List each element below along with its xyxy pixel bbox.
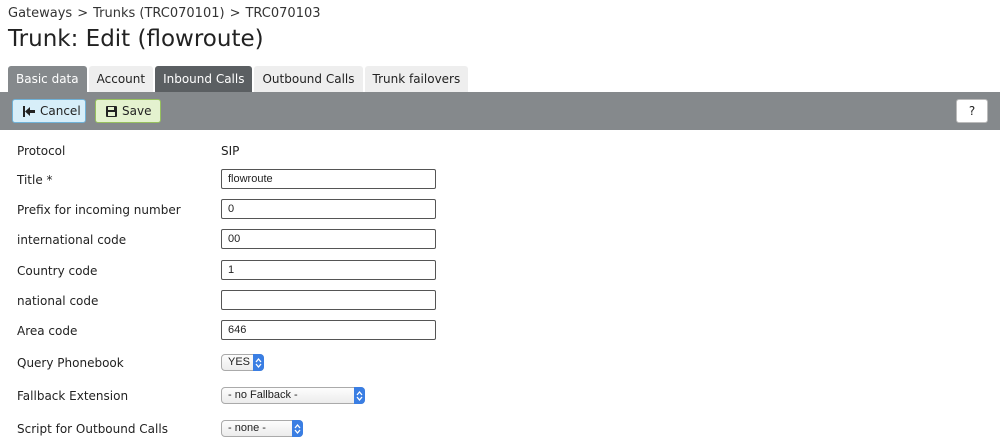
- tab-basic-data[interactable]: Basic data: [8, 66, 87, 92]
- page-title: Trunk: Edit (flowroute): [8, 26, 264, 52]
- international-code-field[interactable]: [221, 229, 436, 249]
- floppy-disk-icon: [106, 105, 117, 117]
- tab-outbound-calls[interactable]: Outbound Calls: [254, 66, 363, 92]
- help-button[interactable]: ?: [956, 99, 988, 123]
- query-phonebook-select[interactable]: YES: [221, 354, 264, 371]
- up-down-chevron-icon: [354, 387, 365, 404]
- protocol-label: Protocol: [17, 144, 66, 158]
- cancel-label: Cancel: [40, 104, 81, 118]
- breadcrumb-separator: >: [229, 6, 241, 21]
- breadcrumb-separator: >: [77, 6, 89, 21]
- fallback-extension-select[interactable]: - no Fallback -: [221, 387, 365, 404]
- protocol-value: SIP: [221, 144, 240, 158]
- skip-back-icon: [23, 105, 35, 117]
- tab-inbound-calls[interactable]: Inbound Calls: [155, 66, 253, 92]
- save-label: Save: [122, 104, 152, 118]
- prefix-field[interactable]: [221, 199, 436, 219]
- save-button[interactable]: Save: [95, 99, 161, 123]
- breadcrumb-gateways[interactable]: Gateways: [8, 6, 72, 21]
- area-code-field[interactable]: [221, 320, 436, 340]
- outbound-script-label: Script for Outbound Calls: [17, 422, 168, 436]
- query-phonebook-value: YES: [228, 356, 251, 368]
- cancel-button[interactable]: Cancel: [12, 99, 86, 123]
- international-code-label: international code: [17, 233, 127, 247]
- tab-bar: Basic data Account Inbound Calls Outboun…: [8, 66, 470, 92]
- title-field[interactable]: [221, 169, 436, 189]
- breadcrumb: Gateways > Trunks (TRC070101) > TRC070103: [8, 6, 321, 21]
- national-code-field[interactable]: [221, 290, 436, 310]
- toolbar: Cancel Save ?: [0, 92, 1000, 130]
- breadcrumb-current: TRC070103: [245, 6, 321, 21]
- country-code-label: Country code: [17, 264, 98, 278]
- country-code-field[interactable]: [221, 260, 436, 280]
- outbound-script-select[interactable]: - none -: [221, 420, 303, 437]
- tab-trunk-failovers[interactable]: Trunk failovers: [364, 66, 469, 92]
- prefix-label: Prefix for incoming number: [17, 203, 181, 217]
- breadcrumb-trunks[interactable]: Trunks (TRC070101): [93, 6, 224, 21]
- up-down-chevron-icon: [253, 354, 264, 371]
- national-code-label: national code: [17, 294, 99, 308]
- outbound-script-value: - none -: [228, 422, 266, 434]
- fallback-extension-value: - no Fallback -: [228, 389, 298, 401]
- query-phonebook-label: Query Phonebook: [17, 356, 124, 370]
- fallback-extension-label: Fallback Extension: [17, 389, 129, 403]
- area-code-label: Area code: [17, 324, 78, 338]
- up-down-chevron-icon: [292, 420, 303, 437]
- tab-account[interactable]: Account: [88, 66, 154, 92]
- title-label: Title *: [17, 173, 53, 187]
